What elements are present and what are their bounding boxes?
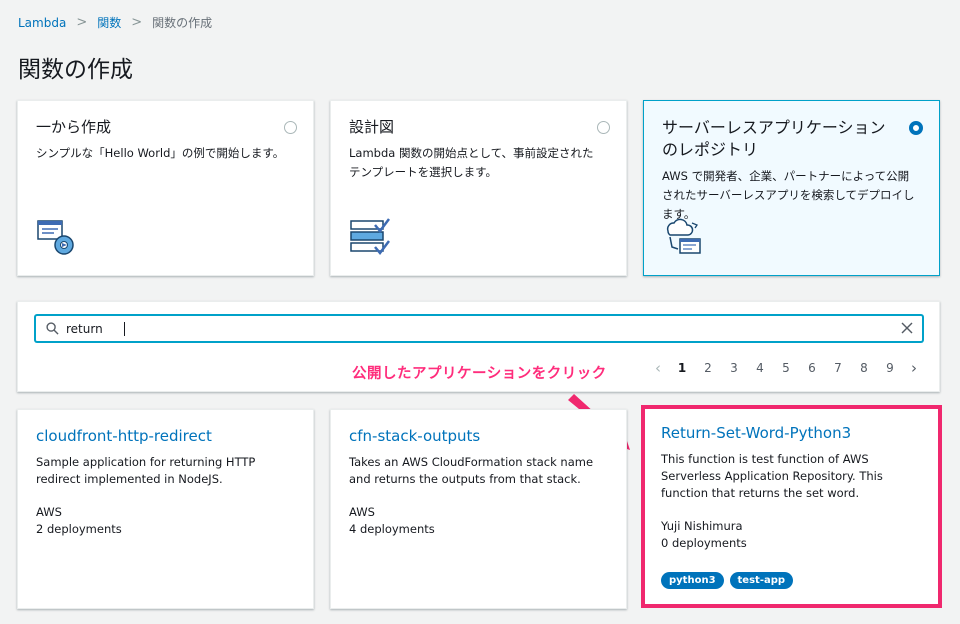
breadcrumb-functions[interactable]: 関数: [97, 14, 121, 31]
app-name-link[interactable]: cfn-stack-outputs: [349, 426, 608, 446]
author-from-scratch-icon: [36, 217, 80, 261]
chevron-right-icon: >: [131, 15, 143, 30]
app-author: AWS: [349, 505, 375, 519]
tag-badge[interactable]: test-app: [729, 572, 794, 589]
app-author: Yuji Nishimura: [661, 519, 743, 533]
chevron-left-icon[interactable]: ‹: [647, 359, 669, 377]
page-number[interactable]: 5: [773, 361, 799, 375]
option-serverless-repo[interactable]: サーバーレスアプリケーションのレポジトリ AWS で開発者、企業、パートナーによ…: [643, 100, 940, 276]
option-title: 設計図: [349, 118, 395, 136]
page-number[interactable]: 3: [721, 361, 747, 375]
option-title: サーバーレスアプリケーションのレポジトリ: [662, 118, 886, 159]
page-number[interactable]: 6: [799, 361, 825, 375]
app-description: Sample application for returning HTTP re…: [36, 455, 256, 486]
search-input[interactable]: [66, 319, 886, 338]
app-deployments: 0 deployments: [661, 536, 747, 550]
tag-badge[interactable]: python3: [661, 572, 724, 589]
app-card-return-set-word-python3[interactable]: Return-Set-Word-Python3 This function is…: [642, 406, 941, 607]
app-deployments: 2 deployments: [36, 522, 122, 536]
close-icon[interactable]: [900, 321, 914, 335]
breadcrumb-current: 関数の作成: [152, 16, 213, 30]
text-cursor: [124, 322, 125, 336]
breadcrumb: Lambda > 関数 > 関数の作成: [18, 14, 212, 31]
page-number[interactable]: 9: [877, 361, 903, 375]
page-number[interactable]: 7: [825, 361, 851, 375]
option-blueprint[interactable]: 設計図 Lambda 関数の開始点として、事前設定されたテンプレートを選択します…: [330, 100, 627, 276]
serverless-repo-icon: [662, 217, 706, 261]
breadcrumb-lambda[interactable]: Lambda: [18, 16, 66, 30]
chevron-right-icon: >: [76, 15, 88, 30]
app-card-cloudfront-http-redirect[interactable]: cloudfront-http-redirect Sample applicat…: [17, 409, 314, 609]
option-description: AWS で開発者、企業、パートナーによって公開されたサーバーレスアプリを検索して…: [662, 169, 915, 221]
chevron-right-icon[interactable]: ›: [903, 359, 925, 377]
tag-list: python3 test-app: [661, 572, 922, 589]
app-author: AWS: [36, 505, 62, 519]
page-number-current[interactable]: 1: [669, 361, 695, 375]
app-name-link[interactable]: cloudfront-http-redirect: [36, 426, 295, 446]
radio-button[interactable]: [597, 121, 610, 134]
app-description: Takes an AWS CloudFormation stack name a…: [349, 455, 594, 486]
app-deployments: 4 deployments: [349, 522, 435, 536]
page-number[interactable]: 4: [747, 361, 773, 375]
radio-button[interactable]: [284, 121, 297, 134]
search-box[interactable]: [35, 315, 923, 342]
app-description: This function is test function of AWS Se…: [661, 452, 883, 500]
app-card-cfn-stack-outputs[interactable]: cfn-stack-outputs Takes an AWS CloudForm…: [330, 409, 627, 609]
page-number[interactable]: 8: [851, 361, 877, 375]
option-author-from-scratch[interactable]: 一から作成 シンプルな「Hello World」の例で開始します。: [17, 100, 314, 276]
page-number[interactable]: 2: [695, 361, 721, 375]
page-title: 関数の作成: [18, 57, 133, 83]
radio-button-selected[interactable]: [909, 121, 923, 135]
blueprint-icon: [349, 217, 393, 261]
app-name-link[interactable]: Return-Set-Word-Python3: [661, 423, 922, 443]
option-title: 一から作成: [36, 118, 112, 136]
pagination: ‹ 1 2 3 4 5 6 7 8 9 ›: [647, 359, 925, 377]
option-description: Lambda 関数の開始点として、事前設定されたテンプレートを選択します。: [349, 146, 594, 179]
annotation-text: 公開したアプリケーションをクリック: [352, 366, 607, 382]
option-description: シンプルな「Hello World」の例で開始します。: [36, 146, 285, 160]
search-icon: [46, 322, 59, 335]
